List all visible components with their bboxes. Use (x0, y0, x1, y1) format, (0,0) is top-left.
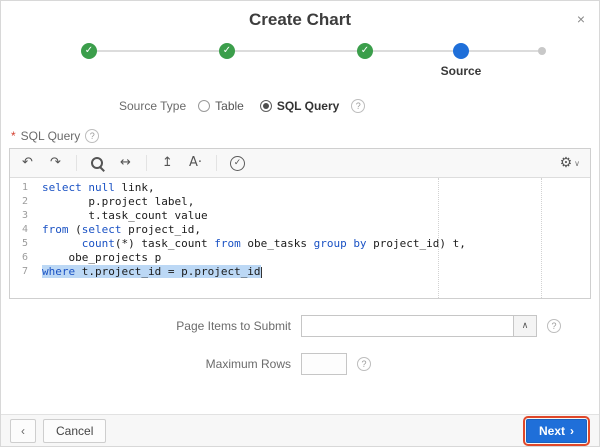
code-area[interactable]: 1 2 3 4 5 6 7 select null link, p.project labe… (10, 178, 590, 298)
sql-editor: ↶ ↷ ↔ ↥ A· ✓ ⚙ ∨ 1 2 3 4 5 6 7 select null link, p.… (9, 148, 591, 299)
redo-icon[interactable]: ↷ (48, 155, 63, 171)
chevron-left-icon: ‹ (21, 423, 25, 438)
source-type-options: Table SQL Query (198, 99, 339, 113)
close-icon[interactable]: × (577, 12, 585, 26)
source-type-row: Source Type Table SQL Query ? (119, 99, 599, 113)
radio-sql-query[interactable]: SQL Query (259, 99, 340, 113)
print-margin-guide (541, 178, 542, 298)
max-rows-row: Maximum Rows ? (1, 353, 599, 375)
wizard-step-1: ✓ (81, 43, 97, 59)
print-margin-guide (438, 178, 439, 298)
radio-circle-icon (259, 100, 272, 112)
line-number: 3 (21, 210, 28, 221)
help-icon-page-items[interactable]: ? (547, 319, 561, 333)
code-line-2: p.project label, (42, 195, 195, 208)
editor-gutter: 1 2 3 4 5 6 7 (10, 181, 34, 298)
line-number: 7 (21, 266, 28, 277)
next-button[interactable]: Next › (522, 415, 591, 446)
toolbar-divider (146, 155, 147, 171)
max-rows-input[interactable] (301, 353, 347, 375)
radio-circle-icon (198, 100, 211, 112)
editor-toolbar: ↶ ↷ ↔ ↥ A· ✓ ⚙ ∨ (10, 149, 590, 178)
line-number: 2 (21, 196, 28, 207)
validate-icon[interactable]: ✓ (230, 155, 245, 171)
text-caret (260, 266, 262, 278)
wizard-step-3: ✓ (357, 43, 373, 59)
page-items-input[interactable] (301, 315, 513, 337)
max-rows-label: Maximum Rows (205, 357, 291, 371)
page-title: Create Chart (248, 10, 352, 29)
wizard-step-label: Source (440, 64, 482, 78)
editor-toolbar-icons: ↶ ↷ ↔ ↥ A· ✓ (20, 155, 245, 171)
code-line-6: obe_projects p (42, 251, 162, 264)
code-line-4: from (select project_id, (42, 223, 201, 236)
editor-code-lines: select null link, p.project label, t.tas… (34, 181, 466, 298)
next-button-label: Next (538, 423, 565, 438)
page-items-row: Page Items to Submit ∧ ? (1, 315, 599, 337)
gear-icon: ⚙ (559, 155, 573, 171)
code-line-5: count(*) task_count from obe_tasks group… (81, 237, 466, 250)
page-items-combo: ∧ (301, 315, 537, 337)
undo-icon[interactable]: ↶ (20, 155, 35, 171)
search-icon[interactable] (90, 156, 105, 171)
dialog-header: Create Chart × (1, 1, 599, 33)
create-chart-dialog: Create Chart × ✓ ✓ ✓ Source Source Type Tab… (1, 1, 599, 446)
previous-button[interactable]: ‹ (10, 418, 36, 443)
code-line-3: t.task_count value (42, 209, 208, 222)
radio-label: Table (215, 99, 244, 113)
line-number: 4 (21, 224, 28, 235)
stepper-line (89, 50, 540, 52)
wizard-step-2: ✓ (219, 43, 235, 59)
editor-settings[interactable]: ⚙ ∨ (560, 155, 580, 171)
help-icon-max-rows[interactable]: ? (357, 357, 371, 371)
footer-bar: ‹ Cancel Next › (1, 414, 599, 446)
required-marker: * (11, 129, 16, 143)
line-number: 6 (21, 252, 28, 263)
page-items-label: Page Items to Submit (176, 319, 291, 333)
wizard-stepper: ✓ ✓ ✓ Source (1, 41, 599, 89)
code-line-7: where t.project_id = p.project_id (42, 265, 262, 278)
sql-query-label: SQL Query (20, 129, 81, 143)
chevron-right-icon: › (570, 423, 574, 438)
wizard-step-5 (538, 47, 546, 55)
cancel-button[interactable]: Cancel (43, 418, 107, 443)
find-replace-icon[interactable]: ↔ (118, 155, 133, 171)
toolbar-divider (216, 155, 217, 171)
help-icon-sql-query[interactable]: ? (85, 129, 100, 143)
sql-query-label-row: * SQL Query ? (11, 129, 599, 143)
help-icon-source-type[interactable]: ? (351, 99, 366, 113)
line-number: 1 (21, 182, 28, 193)
line-number: 5 (21, 238, 28, 249)
radio-label: SQL Query (276, 99, 340, 113)
source-type-label: Source Type (119, 99, 187, 113)
chevron-down-icon: ∨ (574, 158, 580, 168)
radio-table[interactable]: Table (198, 99, 244, 113)
autocomplete-icon[interactable]: ↥ (160, 155, 175, 171)
wizard-step-4 (453, 43, 469, 59)
code-line-1: select null link, (42, 181, 155, 194)
chevron-up-icon: ∧ (521, 320, 529, 331)
toolbar-divider (76, 155, 77, 171)
combo-expand-button[interactable]: ∧ (513, 315, 537, 337)
font-size-icon[interactable]: A· (188, 155, 203, 171)
